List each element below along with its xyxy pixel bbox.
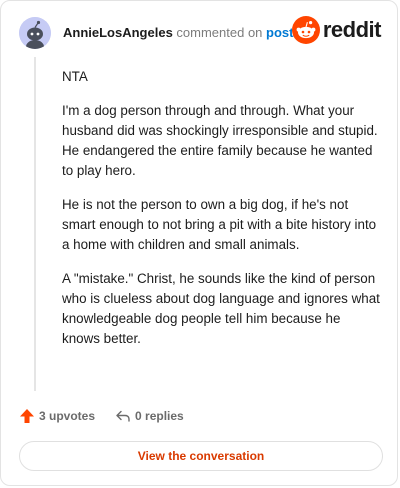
upvote-count: 3 upvotes bbox=[39, 409, 96, 423]
comment-paragraph: A "mistake." Christ, he sounds like the … bbox=[62, 271, 380, 346]
snoo-avatar-icon[interactable] bbox=[19, 17, 51, 49]
reply-count: 0 replies bbox=[135, 409, 184, 423]
comment-header: AnnieLosAngeles commented on post reddit bbox=[19, 16, 382, 51]
reddit-wordmark: reddit bbox=[322, 17, 382, 42]
comment-paragraph: I'm a dog person through and through. Wh… bbox=[62, 103, 378, 178]
view-conversation-button[interactable]: View the conversation bbox=[19, 441, 383, 471]
comment-body: NTA I'm a dog person through and through… bbox=[62, 67, 380, 363]
reddit-logo[interactable]: reddit bbox=[291, 13, 382, 47]
thread-line bbox=[34, 57, 36, 391]
comment-paragraph: NTA bbox=[62, 69, 88, 84]
comment-embed-card: AnnieLosAngeles commented on post reddit… bbox=[0, 0, 398, 486]
byline: AnnieLosAngeles commented on post bbox=[63, 25, 294, 40]
upvote-arrow-icon bbox=[20, 409, 34, 423]
post-link[interactable]: post bbox=[266, 25, 293, 40]
reply-action[interactable]: 0 replies bbox=[115, 408, 184, 424]
comment-actions: 3 upvotes 0 replies bbox=[19, 405, 204, 427]
reddit-logo-icon bbox=[291, 16, 320, 44]
upvote-action[interactable]: 3 upvotes bbox=[19, 408, 95, 424]
comment-paragraph: He is not the person to own a big dog, i… bbox=[62, 197, 377, 252]
comment-author[interactable]: AnnieLosAngeles bbox=[63, 25, 173, 40]
byline-action: commented on bbox=[176, 25, 263, 40]
reply-arrow-icon bbox=[116, 410, 130, 422]
